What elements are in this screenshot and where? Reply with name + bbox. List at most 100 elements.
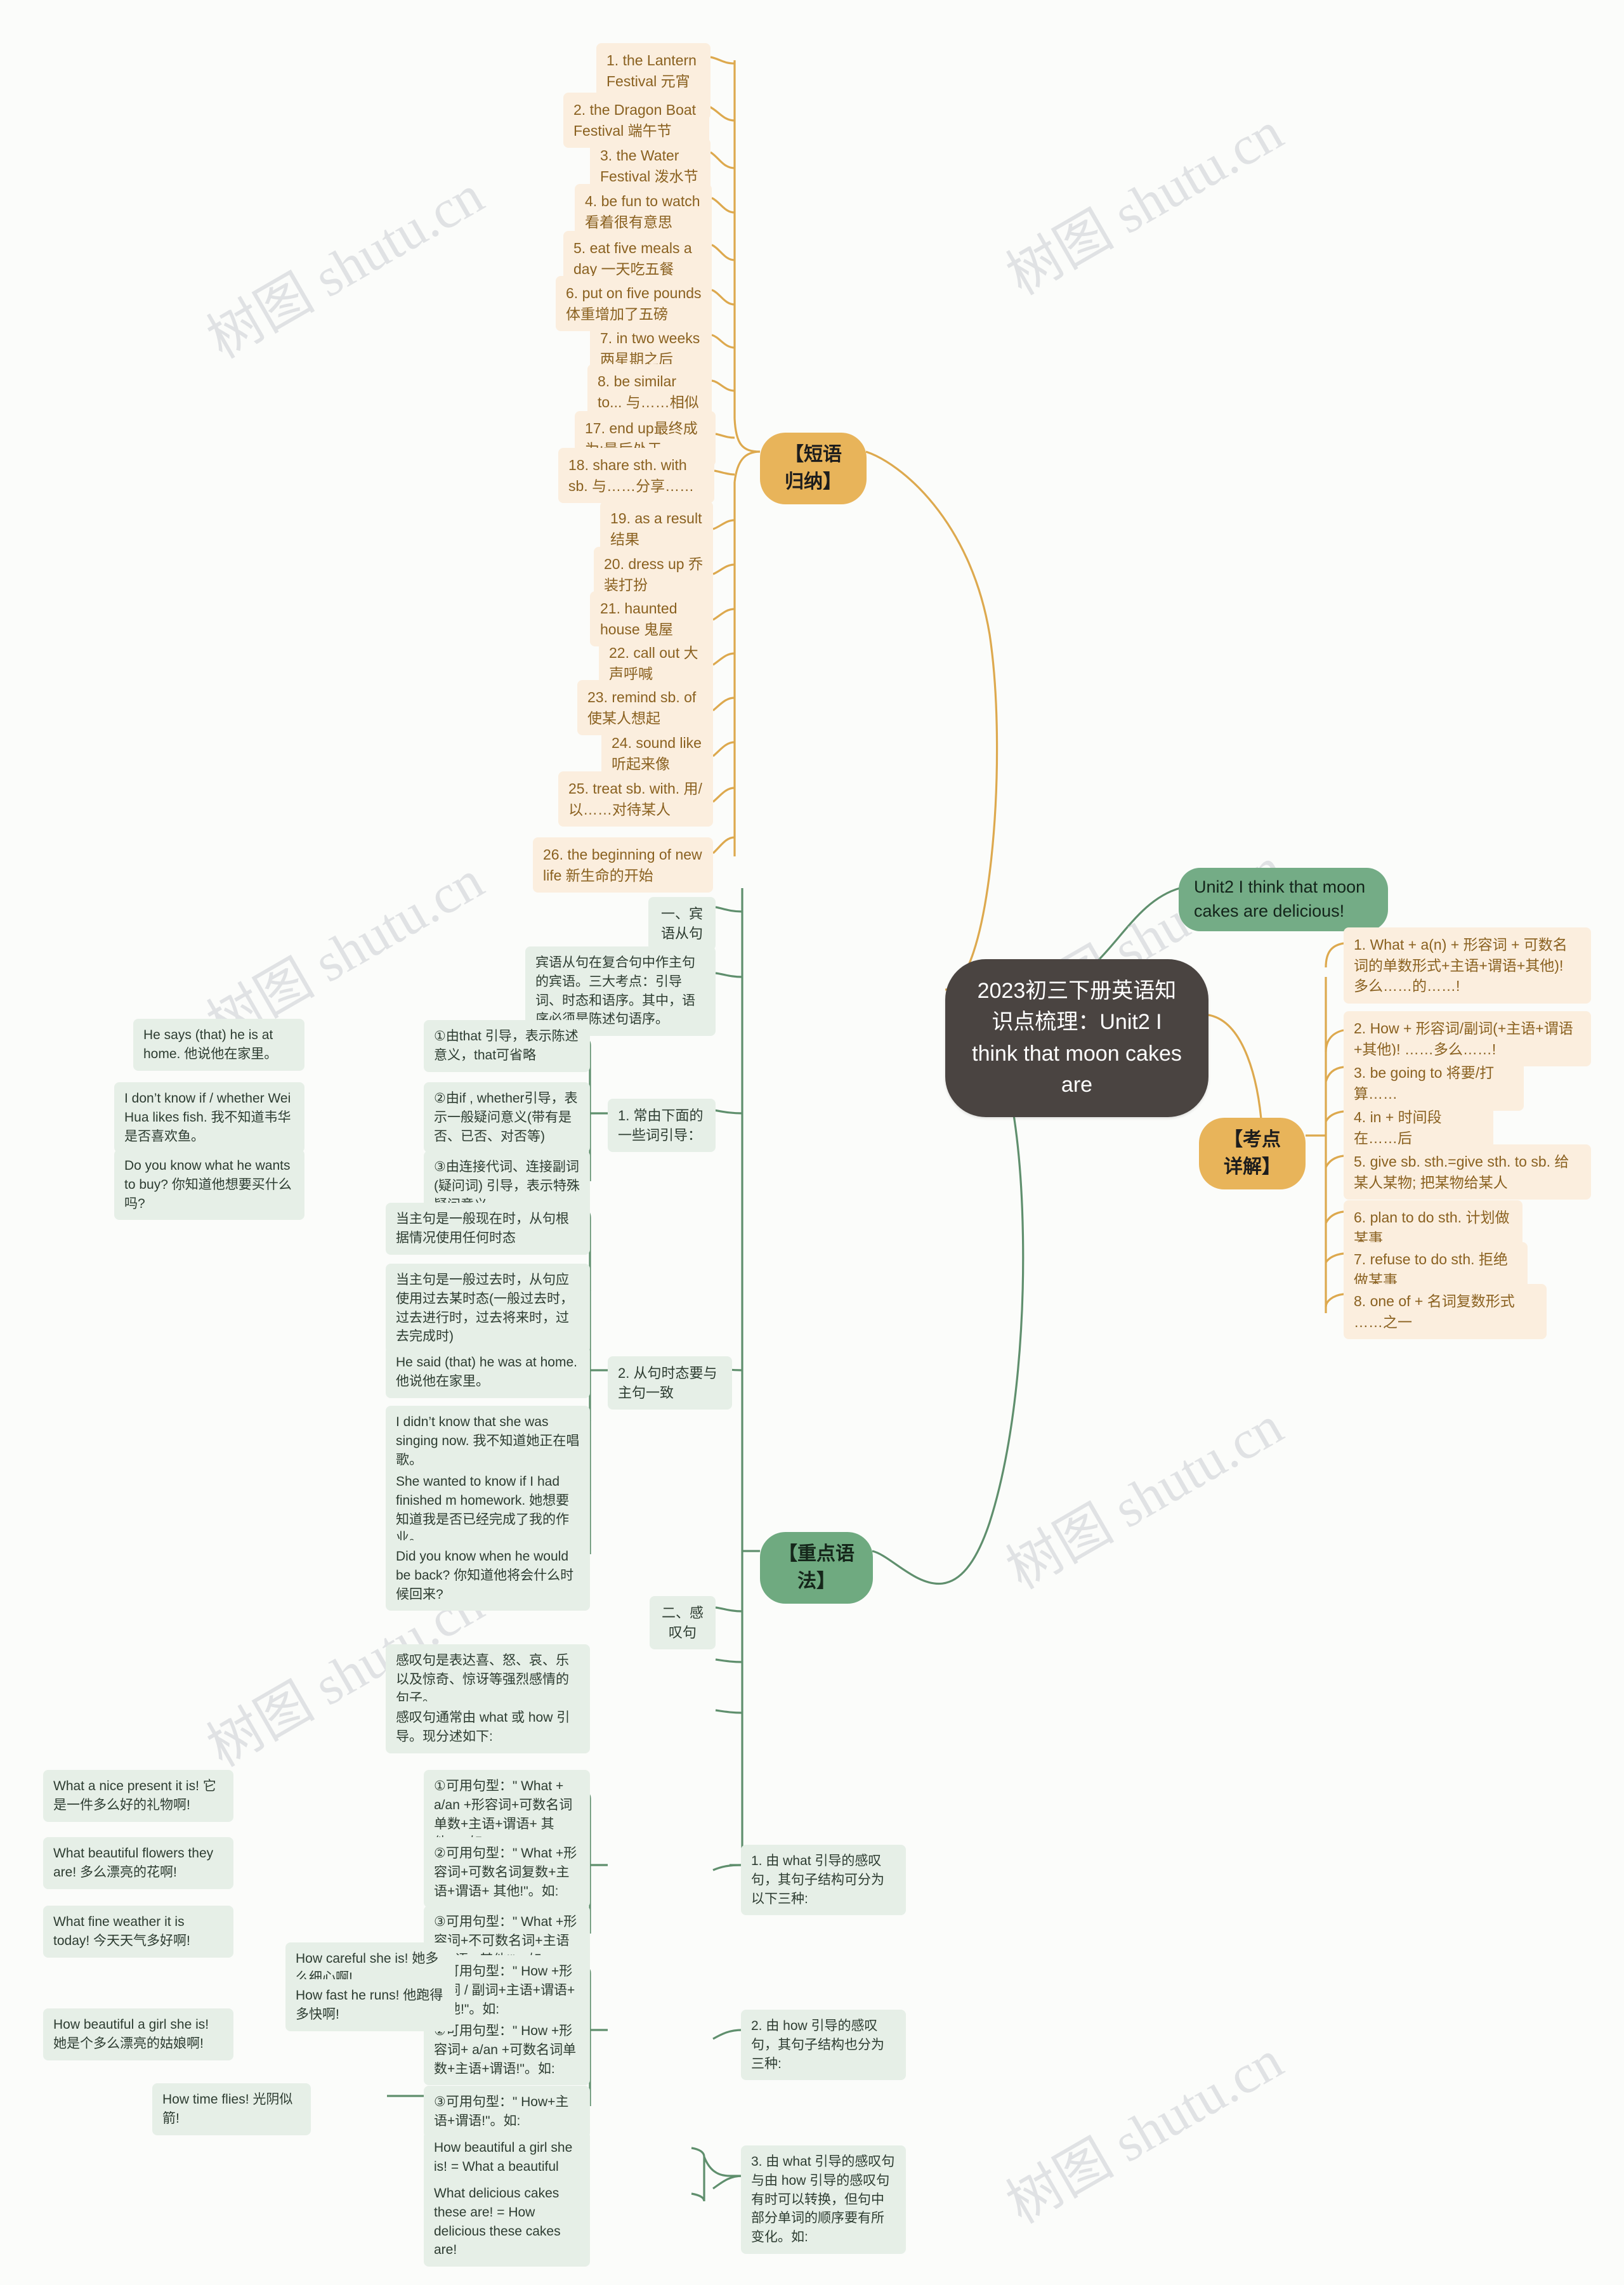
keypoint-item[interactable]: 1. What + a(n) + 形容词 + 可数名词的单数形式+主语+谓语+其…: [1344, 927, 1591, 1004]
phrase-item-label: 23. remind sb. of 使某人想起: [587, 689, 697, 726]
section-title-label: 一、宾语从句: [660, 906, 703, 942]
convert-group-example[interactable]: What delicious cakes these are! = How de…: [424, 2177, 590, 2267]
rule1-example-label: He says (that) he is at home. 他说他在家里。: [143, 1028, 278, 1061]
how-group-title[interactable]: 2. 由 how 引导的感叹句，其句子结构也分为三种:: [741, 2010, 906, 2081]
how-group-rule-label: ①可用句型：" How +形容词 / 副词+主语+谓语+ 其他!"。如:: [434, 1964, 575, 2017]
phrase-item-label: 19. as a result 结果: [610, 510, 702, 547]
unit-node[interactable]: Unit2 I think that moon cakes are delici…: [1179, 868, 1388, 931]
keypoint-item-label: 1. What + a(n) + 形容词 + 可数名词的单数形式+主语+谓语+其…: [1354, 936, 1568, 995]
phrase-item-label: 3. the Water Festival 泼水节: [600, 147, 698, 185]
keypoint-item-label: 3. be going to 将要/打算……: [1354, 1064, 1495, 1102]
rule2-item-label: He said (that) he was at home. 他说他在家里。: [396, 1355, 577, 1389]
convert-group-title-label: 3. 由 what 引导的感叹句与由 how 引导的感叹句有时可以转换，但句中部…: [751, 2154, 895, 2245]
phrase-item-label: 4. be fun to watch 看着很有意思: [585, 193, 700, 230]
unit-label: Unit2 I think that moon cakes are delici…: [1194, 877, 1366, 920]
how-group-example[interactable]: How fast he runs! 他跑得多快啊!: [285, 1979, 455, 2031]
how-group-rule-label: ③可用句型：" How+主语+谓语!"。如:: [434, 2095, 569, 2128]
phrase-item-label: 22. call out 大声呼喊: [609, 645, 698, 682]
phrase-item-label: 21. haunted house 鬼屋: [600, 600, 678, 638]
how-group-example-label: How time flies! 光阴似箭!: [162, 2092, 293, 2126]
what-group-example-label: What a nice present it is! 它是一件多么好的礼物啊!: [53, 1779, 216, 1812]
phrase-item-label: 24. sound like 听起来像: [612, 735, 702, 772]
how-group-example[interactable]: How beautiful a girl she is! 她是个多么漂亮的姑娘啊…: [43, 2008, 233, 2060]
how-group-example[interactable]: How time flies! 光阴似箭!: [152, 2083, 311, 2135]
keypoint-item[interactable]: 8. one of + 名词复数形式 ……之一: [1344, 1284, 1547, 1340]
rule2-item[interactable]: Did you know when he would be back? 你知道他…: [386, 1540, 590, 1611]
rule2-item-label: I didn’t know that she was singing now. …: [396, 1415, 580, 1467]
rule2-item-label: She wanted to know if I had finished m h…: [396, 1474, 570, 1546]
how-group-example-label: How fast he runs! 他跑得多快啊!: [296, 1988, 443, 2022]
how-group-example-label: How beautiful a girl she is! 她是个多么漂亮的姑娘啊…: [53, 2017, 209, 2051]
branch-phrases-label: 【短语归纳】: [785, 444, 842, 492]
section2-intro2-label: 感叹句通常由 what 或 how 引导。现分述如下:: [396, 1710, 570, 1744]
keypoint-item-label: 4. in + 时间段 在……后: [1354, 1109, 1442, 1146]
phrase-item-label: 25. treat sb. with. 用/以……对待某人: [568, 780, 702, 818]
keypoint-item-label: 2. How + 形容词/副词(+主语+谓语+其他)! ……多么……!: [1354, 1020, 1573, 1057]
watermark: 树图 shutu.cn: [197, 164, 494, 370]
what-group-example[interactable]: What a nice present it is! 它是一件多么好的礼物啊!: [43, 1770, 233, 1822]
phrase-item-label: 20. dress up 乔装打扮: [604, 556, 703, 593]
rule1-item-label: ②由if , whether引导，表示一般疑问意义(带有是否、已否、对否等): [434, 1091, 578, 1144]
section-exclamation-title[interactable]: 二、感叹句: [650, 1596, 716, 1650]
rule2-item[interactable]: He said (that) he was at home. 他说他在家里。: [386, 1346, 590, 1398]
convert-group-title[interactable]: 3. 由 what 引导的感叹句与由 how 引导的感叹句有时可以转换，但句中部…: [741, 2145, 906, 2255]
rule1-example-label: I don’t know if / whether Wei Hua likes …: [124, 1091, 291, 1144]
section2-title-label: 二、感叹句: [661, 1605, 704, 1641]
rule2-item-label: 当主句是一般过去时，从句应使用过去某时态(一般过去时，过去进行时，过去将来时，过…: [396, 1273, 573, 1344]
section-intro-label: 宾语从句在复合句中作主句的宾语。三大考点：引导词、时态和语序。其中，语序必须是陈…: [535, 955, 695, 1027]
convert-group-example-label: What delicious cakes these are! = How de…: [434, 2186, 561, 2258]
keypoint-item-label: 8. one of + 名词复数形式 ……之一: [1354, 1293, 1515, 1330]
branch-keypoints-label: 【考点详解】: [1224, 1129, 1281, 1177]
rule1-item[interactable]: ②由if , whether引导，表示一般疑问意义(带有是否、已否、对否等): [424, 1082, 590, 1153]
what-group-example[interactable]: What fine weather it is today! 今天天气多好啊!: [43, 1906, 233, 1958]
watermark: 树图 shutu.cn: [997, 2029, 1293, 2236]
what-group-example-label: What fine weather it is today! 今天天气多好啊!: [53, 1915, 190, 1948]
what-group-example-label: What beautiful flowers they are! 多么漂亮的花啊…: [53, 1846, 214, 1880]
phrase-item-label: 5. eat five meals a day 一天吃五餐: [573, 240, 692, 277]
phrase-item-label: 6. put on five pounds 体重增加了五磅: [566, 285, 702, 322]
rule1-example[interactable]: I don’t know if / whether Wei Hua likes …: [114, 1082, 304, 1153]
how-group-rule[interactable]: ③可用句型：" How+主语+谓语!"。如:: [424, 2086, 590, 2138]
rule2-item[interactable]: 当主句是一般过去时，从句应使用过去某时态(一般过去时，过去进行时，过去将来时，过…: [386, 1264, 590, 1354]
what-group-rule[interactable]: ②可用句型：" What +形容词+可数名词复数+主语+谓语+ 其他!"。如:: [424, 1837, 590, 1908]
rule1-title[interactable]: 1. 常由下面的一些词引导：: [608, 1099, 716, 1153]
phrase-item-label: 7. in two weeks 两星期之后: [600, 330, 700, 367]
what-group-title-label: 1. 由 what 引导的感叹句，其句子结构可分为以下三种:: [751, 1854, 884, 1906]
how-group-rule-label: ②可用句型：" How +形容词+ a/an +可数名词单数+主语+谓语!"。如…: [434, 2024, 577, 2076]
watermark: 树图 shutu.cn: [997, 1394, 1293, 1601]
rule1-title-label: 1. 常由下面的一些词引导：: [618, 1108, 704, 1144]
root-node[interactable]: 2023初三下册英语知识点梳理：Unit2 I think that moon …: [945, 959, 1208, 1118]
watermark: 树图 shutu.cn: [997, 100, 1293, 307]
phrase-item-label: 26. the beginning of new life 新生命的开始: [543, 846, 702, 884]
rule2-title[interactable]: 2. 从句时态要与主句一致: [608, 1356, 732, 1410]
rule2-title-label: 2. 从句时态要与主句一致: [618, 1365, 717, 1401]
rule1-item[interactable]: ①由that 引导，表示陈述意义，that可省略: [424, 1020, 590, 1072]
rule1-example[interactable]: Do you know what he wants to buy? 你知道他想要…: [114, 1149, 304, 1221]
rule2-item-label: 当主句是一般现在时，从句根据情况使用任何时态: [396, 1212, 569, 1245]
what-group-rule-label: ②可用句型：" What +形容词+可数名词复数+主语+谓语+ 其他!"。如:: [434, 1846, 577, 1899]
branch-keypoints[interactable]: 【考点详解】: [1199, 1118, 1306, 1190]
what-group-example[interactable]: What beautiful flowers they are! 多么漂亮的花啊…: [43, 1837, 233, 1889]
rule2-item[interactable]: 当主句是一般现在时，从句根据情况使用任何时态: [386, 1203, 590, 1255]
what-group-title[interactable]: 1. 由 what 引导的感叹句，其句子结构可分为以下三种:: [741, 1845, 906, 1916]
keypoint-item-label: 5. give sb. sth.=give sth. to sb. 给某人某物;…: [1354, 1153, 1569, 1191]
rule1-example[interactable]: He says (that) he is at home. 他说他在家里。: [133, 1019, 304, 1071]
phrase-item[interactable]: 25. treat sb. with. 用/以……对待某人: [558, 771, 713, 827]
phrase-item-label: 18. share sth. with sb. 与……分享……: [568, 457, 695, 494]
phrase-item[interactable]: 18. share sth. with sb. 与……分享……: [558, 448, 714, 504]
phrase-item-label: 2. the Dragon Boat Festival 端午节: [573, 101, 697, 139]
phrase-item-label: 8. be similar to... 与……相似: [598, 373, 699, 410]
section-exclamation-intro2[interactable]: 感叹句通常由 what 或 how 引导。现分述如下:: [386, 1701, 590, 1753]
rule1-example-label: Do you know what he wants to buy? 你知道他想要…: [124, 1158, 292, 1211]
section2-intro1-label: 感叹句是表达喜、怒、哀、乐以及惊奇、惊讶等强烈感情的句子。: [396, 1653, 569, 1706]
rule1-item-label: ①由that 引导，表示陈述意义，that可省略: [434, 1029, 579, 1063]
branch-phrases[interactable]: 【短语归纳】: [760, 433, 867, 505]
rule2-item-label: Did you know when he would be back? 你知道他…: [396, 1549, 574, 1602]
phrase-item[interactable]: 26. the beginning of new life 新生命的开始: [533, 837, 713, 893]
branch-grammar-label: 【重点语法】: [778, 1543, 855, 1592]
keypoint-item[interactable]: 5. give sb. sth.=give sth. to sb. 给某人某物;…: [1344, 1144, 1591, 1200]
how-group-title-label: 2. 由 how 引导的感叹句，其句子结构也分为三种:: [751, 2019, 884, 2071]
branch-grammar[interactable]: 【重点语法】: [760, 1532, 873, 1604]
section-object-clause-title[interactable]: 一、宾语从句: [648, 897, 716, 951]
root-title: 2023初三下册英语知识点梳理：Unit2 I think that moon …: [972, 979, 1182, 1097]
